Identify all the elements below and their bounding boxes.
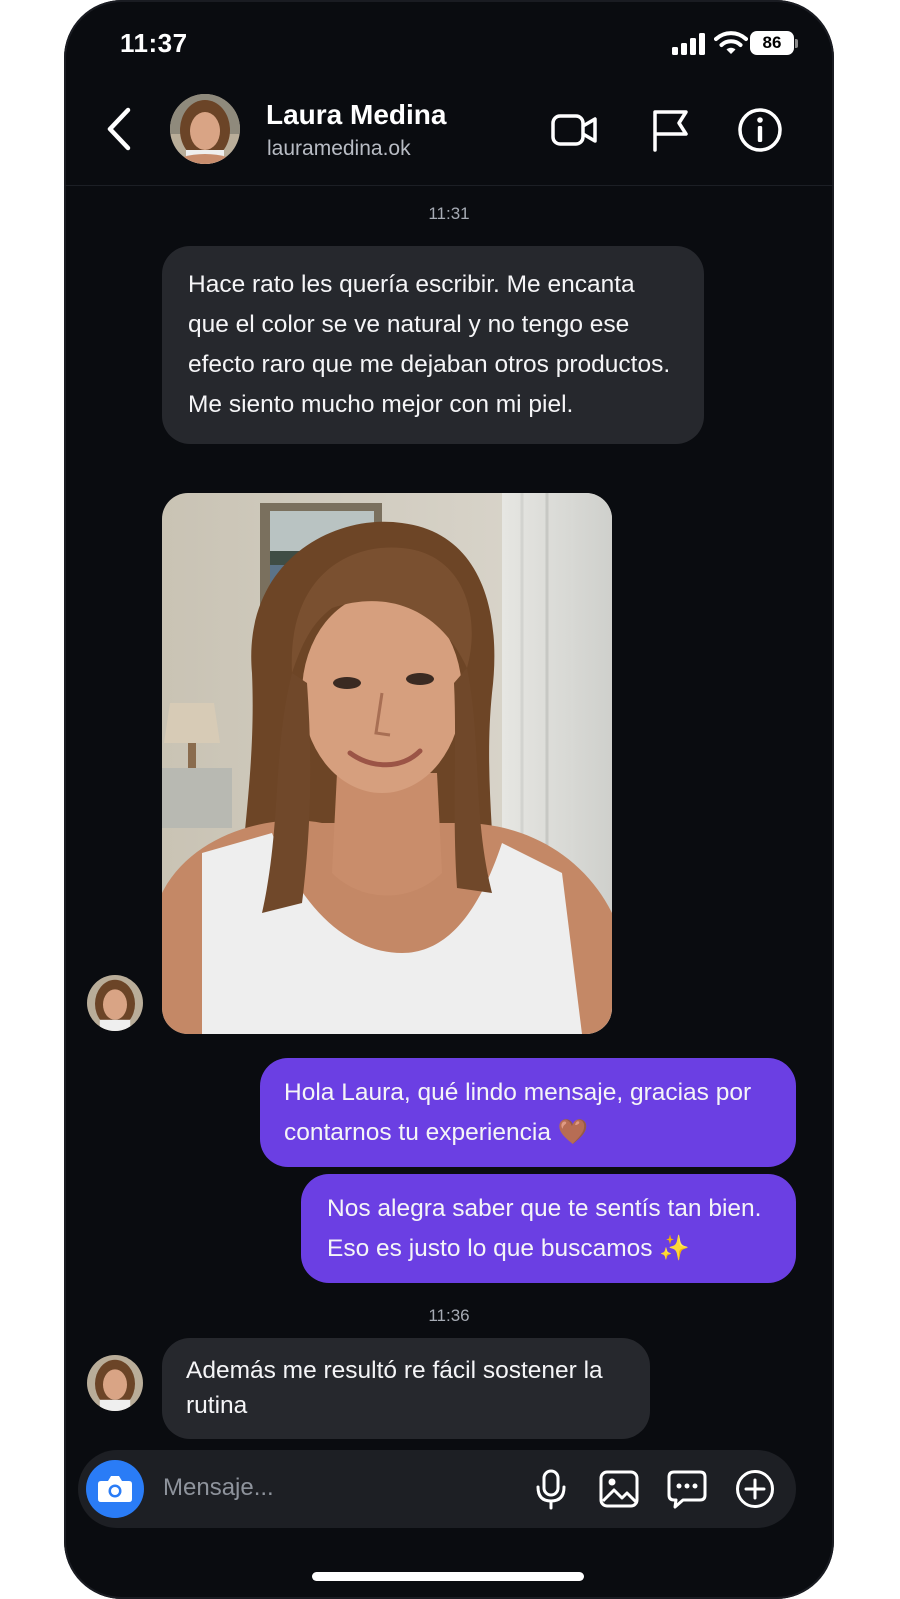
contact-handle: lauramedina.ok (267, 137, 411, 160)
contact-avatar[interactable] (170, 94, 240, 164)
chat-header: Laura Medina lauramedina.ok (64, 84, 834, 186)
chat-bubble-icon[interactable] (666, 1468, 708, 1510)
wifi-icon (714, 31, 748, 54)
sender-avatar[interactable] (87, 1355, 143, 1411)
incoming-message[interactable]: Además me resultó re fácil sostener la r… (162, 1338, 650, 1439)
status-time: 11:37 (120, 28, 188, 58)
message-input[interactable]: Mensaje... (163, 1474, 274, 1502)
incoming-message[interactable]: Hace rato les quería escribir. Me encant… (162, 246, 704, 444)
cellular-signal-icon (672, 33, 705, 55)
contact-name[interactable]: Laura Medina (266, 99, 446, 131)
status-bar: 11:37 86 (64, 0, 834, 84)
camera-icon (98, 1476, 132, 1502)
timestamp: 11:31 (428, 204, 470, 223)
flag-icon[interactable] (646, 106, 694, 154)
video-camera-icon[interactable] (550, 106, 598, 154)
plus-circle-icon[interactable] (734, 1468, 776, 1510)
battery-level: 86 (750, 31, 794, 55)
back-chevron-icon[interactable] (100, 104, 140, 154)
battery-icon: 86 (750, 31, 798, 55)
info-icon[interactable] (736, 106, 784, 154)
sender-avatar[interactable] (87, 975, 143, 1031)
phone-screen: 11:37 86 Laura Medina lauramedina.ok 11:… (64, 0, 834, 1599)
message-composer: Mensaje... (78, 1450, 796, 1528)
outgoing-message[interactable]: Nos alegra saber que te sentís tan bien.… (301, 1174, 796, 1283)
microphone-icon[interactable] (530, 1468, 572, 1510)
outgoing-message[interactable]: Hola Laura, qué lindo mensaje, gracias p… (260, 1058, 796, 1167)
home-indicator[interactable] (312, 1572, 584, 1581)
timestamp: 11:36 (428, 1306, 470, 1325)
camera-button[interactable] (86, 1460, 144, 1518)
message-photo[interactable] (162, 493, 612, 1034)
image-icon[interactable] (598, 1468, 640, 1510)
